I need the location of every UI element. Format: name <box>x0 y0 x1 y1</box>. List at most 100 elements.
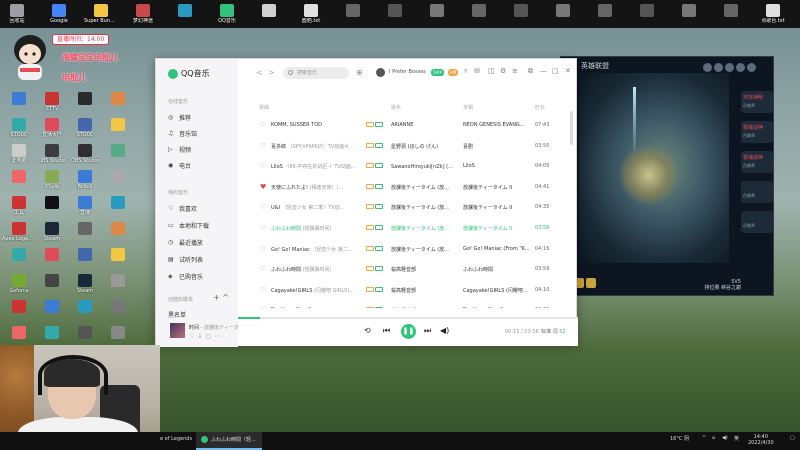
desktop-icon[interactable]: Steam <box>35 222 69 242</box>
song-title[interactable]: KOMM, SÜSSER TOD <box>271 122 359 128</box>
song-singer[interactable]: 桜高軽音部 <box>391 266 457 273</box>
game-player-slot[interactable]: 召唤师 <box>741 211 773 233</box>
user-avatar[interactable] <box>376 68 385 77</box>
desktop-icon[interactable] <box>420 4 454 18</box>
share-icon[interactable]: ⋯ <box>214 333 223 340</box>
song-singer[interactable]: 放課後ティータイム (放... <box>391 225 457 232</box>
song-row[interactable]: ♡ ふわふわ時間 (轻飘飘时间) 放課後ティータイム (放... 放課後ティータイム … <box>238 218 574 238</box>
desktop-icon[interactable] <box>68 248 102 262</box>
pause-button[interactable]: ❚❚ <box>401 324 416 339</box>
desktop-icon[interactable]: 此电脑 <box>2 144 36 164</box>
song-title[interactable]: 天使にふれたよ! (相逢天使)（... <box>271 184 359 191</box>
desktop-icon[interactable]: 回收站 <box>0 4 34 24</box>
comment-icon[interactable]: ▢ <box>205 333 214 340</box>
song-album[interactable]: 喜剧 <box>463 143 533 150</box>
song-album[interactable]: Don't say "lazy" <box>463 307 533 308</box>
song-title[interactable]: LiloS （86-不存在的战区-）TV动画... <box>271 163 359 170</box>
desktop-icon[interactable]: STO0C <box>2 118 36 138</box>
loop-icon[interactable]: ⟲ <box>364 326 371 335</box>
theme-icon[interactable]: ◫ <box>488 67 495 75</box>
song-album[interactable]: Cagayake!GIRLS (闪耀吧... <box>463 287 533 294</box>
desktop-icon[interactable] <box>35 326 69 340</box>
volume-tray-icon[interactable]: ◀) <box>722 435 728 441</box>
input-language[interactable]: 英 <box>734 435 739 442</box>
desktop-icon[interactable] <box>101 118 135 132</box>
desktop-icon[interactable] <box>630 4 664 18</box>
desktop-icon[interactable]: 酉晒.txt <box>294 4 328 24</box>
weather[interactable]: 16°C 阴 <box>670 435 689 442</box>
song-album[interactable]: LiloS <box>463 163 533 169</box>
taskbar-clock[interactable]: 14:40 2022/4/30 <box>748 434 774 446</box>
song-row[interactable]: ♡ U&I （轻音少女 第二季）TV动... 放課後ティータイム (放... 放課後テ… <box>238 197 574 217</box>
desktop-icon[interactable] <box>101 196 135 210</box>
song-title[interactable]: Cagayake!GIRLS (闪耀吧 GIRLS)... <box>271 287 359 294</box>
game-icon[interactable] <box>725 63 734 72</box>
song-singer[interactable]: 放課後ティータイム (放... <box>391 184 457 191</box>
heart-icon[interactable]: ♡ <box>260 121 266 129</box>
desktop-icon[interactable] <box>35 274 69 288</box>
song-singer[interactable]: SawanoHiroyuki[nZk] (泽... <box>391 163 457 170</box>
desktop-icon[interactable]: QQ音乐 <box>210 4 244 24</box>
desktop-icon[interactable] <box>2 326 36 340</box>
sidebar-item-mine-1[interactable]: ▭ 本地和下载 <box>168 221 209 230</box>
heart-icon[interactable]: ♡ <box>260 142 266 150</box>
desktop-icon[interactable] <box>336 4 370 18</box>
desktop-icon[interactable]: Super Bunny Man <box>84 4 118 24</box>
song-row[interactable]: ♡ Cagayake!GIRLS (闪耀吧 GIRLS)... 桜高軽音部 Cagay… <box>238 280 574 300</box>
desktop-icon[interactable] <box>68 326 102 340</box>
desktop-icon[interactable]: 直播 <box>68 196 102 216</box>
desktop-icon[interactable] <box>546 4 580 18</box>
song-list-scrollbar[interactable] <box>570 111 573 145</box>
desktop-icon[interactable] <box>101 274 135 288</box>
song-album[interactable]: ふわふわ時間 <box>463 266 533 273</box>
skin-icon[interactable]: ▿ <box>464 67 468 75</box>
song-title[interactable]: Go! Go! Maniac （轻音少女 第二... <box>271 246 359 253</box>
heart-icon[interactable]: ♡ <box>260 265 266 273</box>
desktop-icon[interactable]: 直播大厅 <box>35 118 69 138</box>
sidebar-item-online-2[interactable]: ▷ 视频 <box>168 145 191 154</box>
notification-icon[interactable]: ▢ <box>790 435 795 441</box>
heart-filled-icon[interactable]: ♥ <box>260 183 266 191</box>
song-singer[interactable]: 放課後ティータイム (放... <box>391 204 457 211</box>
now-playing-title[interactable]: 时间 <box>189 325 199 331</box>
desktop-icon[interactable]: Geforce <box>2 274 36 294</box>
heart-icon[interactable]: ♡ <box>260 162 266 170</box>
voice-search-icon[interactable]: ⊕ <box>356 68 363 77</box>
sidebar-item-online-1[interactable]: ♫ 音乐馆 <box>168 129 197 138</box>
search-input[interactable]: 搜索音乐 <box>283 67 349 79</box>
song-singer[interactable]: 桜高軽音部 <box>391 287 457 294</box>
volume-icon[interactable]: ◀) <box>440 326 449 335</box>
game-player-slot[interactable]: 裂魂战神 召唤师 <box>741 121 773 143</box>
song-row[interactable]: ♡ ふわふわ時間 (轻飘飘时间) 桜高軽音部 ふわふわ時間 03:59 <box>238 259 574 279</box>
desktop-icon[interactable] <box>35 248 69 262</box>
desktop-icon[interactable] <box>672 4 706 18</box>
desktop-icon[interactable] <box>68 222 102 236</box>
desktop-icon[interactable]: OBS Studio <box>68 144 102 164</box>
desktop-icon[interactable] <box>168 4 202 18</box>
game-player-slot[interactable]: 天际神明 召唤师 <box>741 91 773 113</box>
minimize-icon[interactable]: — <box>540 67 547 75</box>
game-icon[interactable] <box>703 63 712 72</box>
next-icon[interactable]: ⏭ <box>424 326 431 336</box>
album-cover[interactable] <box>170 323 185 338</box>
previous-icon[interactable]: ⏮ <box>383 326 390 336</box>
sidebar-item-mine-0[interactable]: ♡ 我喜欢 <box>168 204 197 213</box>
column-album[interactable]: 专辑 <box>463 104 473 111</box>
heart-icon[interactable]: ♡ <box>260 203 266 211</box>
song-title[interactable]: 喜多郎 （SPY×FAMILY）TV动画片... <box>271 143 359 150</box>
song-album[interactable]: 放課後ティータイム II <box>463 184 533 191</box>
desktop-icon[interactable] <box>588 4 622 18</box>
desktop-icon[interactable] <box>462 4 496 18</box>
game-player-slot[interactable]: 召唤师 <box>741 181 773 203</box>
desktop-icon[interactable]: ZTTV <box>35 92 69 112</box>
sidebar-item-mine-4[interactable]: ◈ 已购音乐 <box>168 272 203 281</box>
desktop-icon[interactable] <box>101 326 135 340</box>
desktop-icon[interactable] <box>2 170 36 184</box>
user-name[interactable]: I Prefer Bosses <box>389 69 426 75</box>
menu-icon[interactable]: ≡ <box>512 67 518 75</box>
game-window[interactable]: 英雄联盟 天际神明 召唤师 裂魂战神 召唤师 裂魂战神 召唤师 召唤师 召唤师 5V5 排位赛… <box>560 56 774 296</box>
song-title[interactable]: Don't say "lazy" <box>271 307 359 308</box>
sidebar-item-mine-3[interactable]: ▤ 试听列表 <box>168 255 203 264</box>
desktop-icon[interactable] <box>101 92 135 106</box>
desktop-icon[interactable] <box>68 92 102 106</box>
